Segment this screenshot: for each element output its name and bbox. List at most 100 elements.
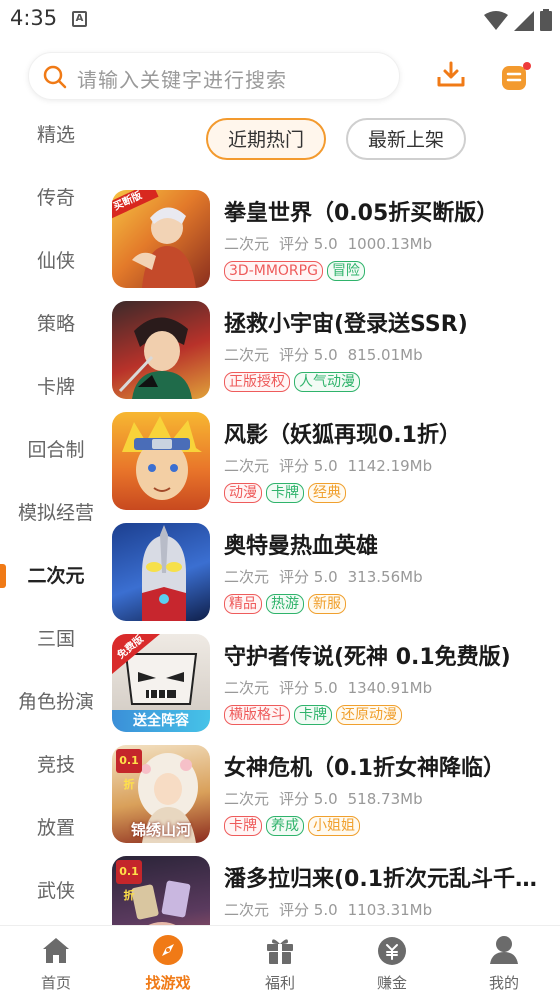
category-item[interactable]: 传奇 — [0, 178, 112, 218]
filter-newest[interactable]: 最新上架 — [346, 118, 466, 160]
game-tag: 卡牌 — [266, 483, 304, 503]
home-icon — [43, 938, 69, 963]
game-title: 潘多拉归来(0.1折次元乱斗千… — [224, 867, 538, 892]
game-rating: 评分 5.0 — [279, 679, 338, 697]
nav-mine[interactable]: 我的 — [448, 932, 560, 994]
game-tag: 卡牌 — [224, 816, 262, 836]
game-tag: 正版授权 — [224, 372, 290, 392]
game-item[interactable]: 拯救小宇宙(登录送SSR) 二次元 评分 5.0 815.01Mb 正版授权 人气动… — [112, 296, 560, 406]
game-tag: 养成 — [266, 816, 304, 836]
signal-icon — [514, 11, 534, 31]
game-tag: 冒险 — [326, 261, 365, 281]
battery-icon — [540, 9, 552, 31]
game-category: 二次元 — [224, 568, 270, 586]
nav-earn[interactable]: 赚金 — [336, 932, 448, 994]
wifi-icon — [484, 11, 508, 30]
game-item[interactable]: 免费版 送全阵容 守护者传说(死神 0.1免费版) 二次元 评分 5.0 1340.… — [112, 629, 560, 739]
game-cover[interactable]: 买断版 — [112, 190, 210, 288]
game-item[interactable]: 风影（妖狐再现0.1折） 二次元 评分 5.0 1142.19Mb 动漫 卡牌 经典 — [112, 407, 560, 517]
game-tags: 卡牌 养成 小姐姐 — [224, 816, 360, 836]
game-cover[interactable] — [112, 412, 210, 510]
game-rating: 评分 5.0 — [279, 457, 338, 475]
ultraman-artwork — [142, 525, 186, 621]
game-tags: 正版授权 人气动漫 — [224, 372, 360, 392]
game-cover[interactable]: 0.1折 锦绣山河 — [112, 745, 210, 843]
game-item[interactable]: 0.1折 潘多拉归来(0.1折次元乱斗千… 二次元 评分 5.0 1103.31Mb — [112, 851, 560, 925]
game-title: 守护者传说(死神 0.1免费版) — [224, 645, 511, 670]
game-title: 拯救小宇宙(登录送SSR) — [224, 312, 468, 337]
game-cover[interactable] — [112, 301, 210, 399]
nav-home[interactable]: 首页 — [0, 932, 112, 994]
game-meta: 二次元 评分 5.0 518.73Mb — [224, 788, 433, 809]
money-bag-icon — [378, 937, 406, 965]
game-tag: 热游 — [266, 594, 304, 614]
game-title: 风影（妖狐再现0.1折） — [224, 423, 461, 448]
game-tag: 卡牌 — [294, 705, 332, 725]
nav-label: 赚金 — [376, 974, 407, 992]
game-category: 二次元 — [224, 901, 270, 919]
ninja-artwork — [122, 416, 202, 500]
notification-a-icon: A — [72, 11, 87, 27]
game-size: 815.01Mb — [347, 346, 423, 364]
game-tag: 3D-MMORPG — [224, 261, 323, 281]
compass-icon — [153, 935, 183, 965]
promo-banner: 锦绣山河 — [130, 821, 191, 839]
search-input[interactable]: 请输入关键字进行搜索 — [77, 64, 287, 93]
category-item[interactable]: 策略 — [0, 304, 112, 344]
game-meta: 二次元 评分 5.0 313.56Mb — [224, 566, 433, 587]
swordsman-artwork — [118, 317, 192, 399]
category-item[interactable]: 竞技 — [0, 745, 112, 785]
game-rating: 评分 5.0 — [279, 901, 338, 919]
filter-recent-hot[interactable]: 近期热门 — [206, 118, 326, 160]
message-icon[interactable] — [500, 60, 534, 94]
nav-find-games[interactable]: 找游戏 — [112, 932, 224, 994]
category-item-active[interactable]: 二次元 — [0, 556, 112, 596]
category-label: 二次元 — [27, 565, 85, 587]
game-tag: 还原动漫 — [336, 705, 402, 725]
category-sidebar: 精选 传奇 仙侠 策略 卡牌 回合制 模拟经营 二次元 三国 角色扮演 竞技 放… — [0, 103, 112, 925]
game-rating: 评分 5.0 — [279, 346, 338, 364]
game-tags: 动漫 卡牌 经典 — [224, 483, 346, 503]
search-icon — [43, 65, 67, 89]
game-size: 1340.91Mb — [347, 679, 433, 697]
search-bar[interactable]: 请输入关键字进行搜索 — [28, 52, 400, 100]
game-item[interactable]: 买断版 拳皇世界（0.05折买断版） 二次元 评分 5.0 1000.13Mb 3D… — [112, 185, 560, 295]
game-category: 二次元 — [224, 235, 270, 253]
game-cover[interactable]: 免费版 送全阵容 — [112, 634, 210, 732]
discount-badge: 0.1折 — [116, 860, 142, 902]
game-size: 1103.31Mb — [347, 901, 433, 919]
category-item[interactable]: 仙侠 — [0, 241, 112, 281]
category-item[interactable]: 卡牌 — [0, 367, 112, 407]
game-tag: 人气动漫 — [294, 372, 360, 392]
promo-banner: 送全阵容 — [112, 710, 210, 732]
category-item[interactable]: 角色扮演 — [0, 682, 112, 722]
discount-badge: 0.1折 — [116, 749, 142, 791]
category-item[interactable]: 精选 — [0, 115, 112, 155]
game-rating: 评分 5.0 — [279, 790, 338, 808]
category-item[interactable]: 三国 — [0, 619, 112, 659]
game-category: 二次元 — [224, 679, 270, 697]
game-size: 313.56Mb — [347, 568, 423, 586]
game-tag: 动漫 — [224, 483, 262, 503]
category-item[interactable]: 模拟经营 — [0, 493, 112, 533]
nav-welfare[interactable]: 福利 — [224, 932, 336, 994]
game-meta: 二次元 评分 5.0 1103.31Mb — [224, 899, 442, 920]
game-tags: 精品 热游 新服 — [224, 594, 346, 614]
download-icon[interactable] — [436, 60, 466, 90]
nav-label: 找游戏 — [145, 974, 191, 992]
user-icon — [490, 936, 518, 964]
status-time: 4:35 — [10, 6, 58, 30]
game-tag: 小姐姐 — [308, 816, 360, 836]
category-item[interactable]: 武侠 — [0, 871, 112, 911]
game-cover[interactable] — [112, 523, 210, 621]
game-cover[interactable]: 0.1折 — [112, 856, 210, 925]
game-tag: 经典 — [308, 483, 346, 503]
game-category: 二次元 — [224, 790, 270, 808]
game-item[interactable]: 0.1折 锦绣山河 女神危机（0.1折女神降临） 二次元 评分 5.0 518.73… — [112, 740, 560, 850]
game-tags: 横版格斗 卡牌 还原动漫 — [224, 705, 402, 725]
game-tags: 3D-MMORPG 冒险 — [224, 261, 365, 281]
category-item[interactable]: 放置 — [0, 808, 112, 848]
game-item[interactable]: 奥特曼热血英雄 二次元 评分 5.0 313.56Mb 精品 热游 新服 — [112, 518, 560, 628]
game-rating: 评分 5.0 — [279, 568, 338, 586]
category-item[interactable]: 回合制 — [0, 430, 112, 470]
